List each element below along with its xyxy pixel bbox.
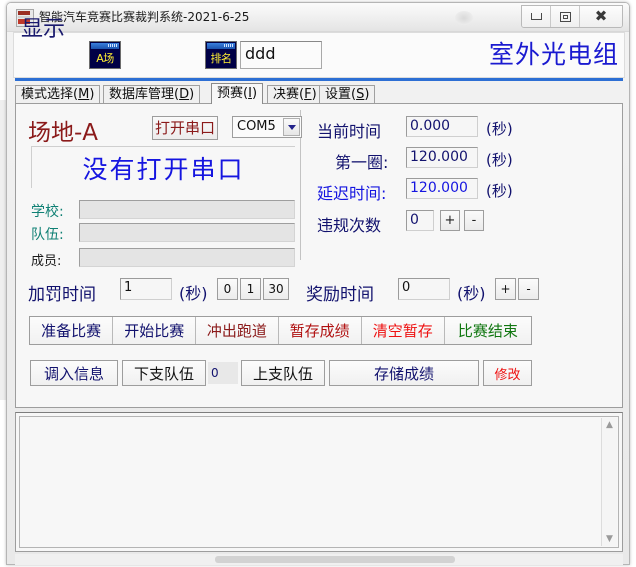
window-title: 智能汽车竞赛比赛裁判系统-2021-6-25 <box>39 10 250 24</box>
current-time-label: 当前时间 <box>317 122 382 141</box>
tab-label: 设置 <box>325 87 352 102</box>
open-serial-port-button[interactable]: 打开串口 <box>152 116 218 140</box>
clear-temp-button[interactable]: 清空暂存 <box>361 317 445 344</box>
serial-status-box: 没有打开串口 <box>31 146 295 188</box>
tab-label: 数据库管理 <box>109 87 175 102</box>
prev-team-button[interactable]: 上支队伍 <box>241 360 325 386</box>
current-time-field[interactable]: 0.000 <box>406 116 478 137</box>
tab-settings[interactable]: 设置(S) <box>319 85 376 103</box>
serial-status-text: 没有打开串口 <box>82 154 245 184</box>
team-number-field[interactable]: 0 <box>208 362 238 384</box>
reward-decrement-button[interactable]: - <box>518 278 539 300</box>
reward-increment-button[interactable]: + <box>495 278 516 300</box>
penalty-preset-30-button[interactable]: 30 <box>263 278 289 300</box>
tab-final[interactable]: 决赛(F) <box>267 85 323 103</box>
scroll-up-icon[interactable]: ▲ <box>602 418 617 432</box>
tab-label: 决赛 <box>273 87 300 102</box>
tab-accelerator: F <box>304 87 312 102</box>
close-button[interactable]: ✖ <box>580 6 622 27</box>
field-display-icon[interactable]: A场 <box>89 41 121 69</box>
titlebar: 智能汽车竞赛比赛裁判系统-2021-6-25 ✖ <box>7 3 629 32</box>
preliminary-panel: 场地-A 打开串口 COM5 没有打开串口 学校: 队伍: 成员: 当前时间 0… <box>15 103 623 408</box>
window-titlebar-glyph <box>207 43 235 49</box>
first-lap-unit: (秒) <box>486 151 513 169</box>
horizontal-scrollbar-thumb[interactable] <box>215 556 455 563</box>
current-time-unit: (秒) <box>486 120 513 138</box>
tab-bar: 模式选择(M) 数据库管理(D) 预赛(I) 决赛(F) 设置(S) <box>15 83 623 104</box>
close-icon: ✖ <box>594 7 608 25</box>
minimize-icon <box>530 13 542 20</box>
reward-time-label: 奖励时间 <box>306 285 374 305</box>
ranking-display-icon-label: 排名 <box>210 52 233 65</box>
tab-mode-select[interactable]: 模式选择(M) <box>15 85 101 103</box>
group-title: 室外光电组 <box>488 40 619 69</box>
app-window: 智能汽车竞赛比赛裁判系统-2021-6-25 ✖ 显示 A场 排名 ddd 室外… <box>6 2 630 565</box>
tab-label: 模式选择 <box>21 87 74 102</box>
load-info-button[interactable]: 调入信息 <box>30 360 118 386</box>
window-titlebar-glyph <box>91 43 119 49</box>
com-port-value: COM5 <box>237 119 276 134</box>
off-track-button[interactable]: 冲出跑道 <box>196 317 279 344</box>
start-race-button[interactable]: 开始比赛 <box>113 317 197 344</box>
tab-preliminary[interactable]: 预赛(I) <box>211 83 264 104</box>
modify-button[interactable]: 修改 <box>483 360 532 386</box>
end-race-button[interactable]: 比赛结束 <box>444 317 531 344</box>
reward-time-unit: (秒) <box>457 284 486 303</box>
next-team-button[interactable]: 下支队伍 <box>122 360 206 386</box>
field-display-icon-label: A场 <box>96 52 114 65</box>
team-label: 队伍: <box>31 227 64 243</box>
first-lap-field[interactable]: 120.000 <box>406 147 478 168</box>
penalty-time-unit: (秒) <box>179 284 208 303</box>
log-vertical-scrollbar[interactable]: ▲ ▼ <box>601 418 617 546</box>
chevron-down-icon[interactable] <box>283 118 300 136</box>
tab-accelerator: I <box>248 86 252 101</box>
race-action-row: 准备比赛 开始比赛 冲出跑道 暂存成绩 清空暂存 比赛结束 <box>29 316 532 345</box>
display-label: 显示 <box>21 17 66 42</box>
violation-increment-button[interactable]: + <box>440 210 460 231</box>
reward-time-field[interactable]: 0 <box>398 278 450 300</box>
delay-time-label: 延迟时间: <box>317 184 387 203</box>
scroll-down-icon[interactable]: ▼ <box>602 532 617 546</box>
ranking-text-input[interactable]: ddd <box>240 41 322 69</box>
team-field[interactable] <box>79 223 295 242</box>
school-field[interactable] <box>79 200 295 219</box>
delay-time-unit: (秒) <box>486 182 513 200</box>
maximize-button[interactable] <box>551 6 580 27</box>
tab-accelerator: M <box>78 87 90 102</box>
school-row: 学校: <box>31 200 295 221</box>
prepare-race-button[interactable]: 准备比赛 <box>30 317 114 344</box>
penalty-preset-1-button[interactable]: 1 <box>240 278 261 300</box>
penalty-time-field[interactable]: 1 <box>120 278 172 300</box>
penalty-preset-0-button[interactable]: 0 <box>217 278 238 300</box>
log-list-area: ▲ ▼ <box>15 412 623 552</box>
tab-label: 预赛 <box>217 86 244 101</box>
member-label: 成员: <box>31 254 62 269</box>
delay-time-field[interactable]: 120.000 <box>406 178 478 199</box>
titlebar-sheen <box>455 11 473 25</box>
horizontal-scrollbar[interactable] <box>15 554 623 565</box>
field-title: 场地-A <box>28 120 99 146</box>
temp-save-score-button[interactable]: 暂存成绩 <box>278 317 362 344</box>
header-divider <box>15 78 623 81</box>
save-score-button[interactable]: 存储成绩 <box>329 360 479 386</box>
member-field[interactable] <box>79 248 295 267</box>
maximize-icon <box>559 11 571 22</box>
com-port-select[interactable]: COM5 <box>232 116 302 138</box>
first-lap-label: 第一圈: <box>335 153 389 172</box>
tab-accelerator: D <box>179 87 190 102</box>
member-row: 成员: <box>31 248 295 269</box>
log-list-inner[interactable]: ▲ ▼ <box>19 416 619 548</box>
school-label: 学校: <box>31 204 64 220</box>
violation-count-field[interactable]: 0 <box>406 210 434 231</box>
minimize-button[interactable] <box>522 6 551 27</box>
window-controls: ✖ <box>521 5 623 28</box>
ranking-display-icon[interactable]: 排名 <box>205 41 237 69</box>
tab-database-management[interactable]: 数据库管理(D) <box>103 85 201 103</box>
team-row: 队伍: <box>31 223 295 244</box>
tab-accelerator: S <box>356 87 365 102</box>
violation-decrement-button[interactable]: - <box>464 210 484 231</box>
penalty-time-label: 加罚时间 <box>28 285 96 305</box>
violation-count-label: 违规次数 <box>317 216 382 235</box>
